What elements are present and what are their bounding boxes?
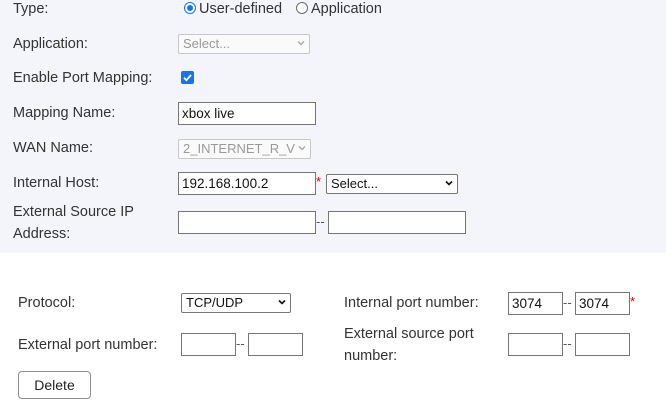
wan-name-label: WAN Name: <box>13 140 94 156</box>
protocol-select[interactable]: TCP/UDP <box>181 293 291 313</box>
enable-port-mapping-label: Enable Port Mapping: <box>13 70 153 86</box>
internal-port-start-input[interactable]: 3074 <box>508 292 563 315</box>
protocol-label: Protocol: <box>18 295 76 311</box>
external-source-ip-end-input[interactable] <box>328 211 466 234</box>
internal-port-required-mark: * <box>630 294 636 309</box>
mapping-name-label: Mapping Name: <box>13 105 116 121</box>
internal-host-select[interactable]: Select... <box>326 174 458 194</box>
wan-name-select[interactable]: 2_INTERNET_R_V <box>178 139 311 159</box>
type-user-defined-label[interactable]: User-defined <box>199 0 282 18</box>
external-source-port-separator: -- <box>563 336 572 351</box>
protocol-select-value: TCP/UDP <box>186 295 244 310</box>
delete-button[interactable]: Delete <box>18 371 91 399</box>
external-port-label: External port number: <box>18 337 158 353</box>
type-application-radio[interactable] <box>296 2 308 14</box>
application-label: Application: <box>13 36 88 52</box>
application-select-value: Select... <box>183 36 230 51</box>
enable-port-mapping-checkbox[interactable] <box>181 71 194 84</box>
checkmark-icon <box>183 74 192 82</box>
external-source-ip-start-input[interactable] <box>178 211 316 234</box>
type-application-label[interactable]: Application <box>311 0 382 18</box>
external-source-ip-label-line1: External Source IP <box>13 204 134 220</box>
external-port-start-input[interactable] <box>181 333 236 356</box>
internal-port-end-input[interactable]: 3074 <box>575 292 630 315</box>
external-source-port-start-input[interactable] <box>508 333 563 356</box>
application-select[interactable]: Select... <box>178 34 310 54</box>
internal-host-select-value: Select... <box>331 176 378 191</box>
chevron-down-icon <box>297 41 305 46</box>
internal-port-label: Internal port number: <box>344 295 479 311</box>
external-port-end-input[interactable] <box>248 333 303 356</box>
internal-port-separator: -- <box>563 295 572 310</box>
type-label: Type: <box>13 1 49 17</box>
chevron-down-icon <box>298 146 306 151</box>
external-source-ip-label-line2: Address: <box>13 226 71 242</box>
external-port-separator: -- <box>236 336 245 351</box>
external-source-port-label-line2: number: <box>344 348 398 364</box>
type-user-defined-radio[interactable] <box>184 2 196 14</box>
mapping-name-input[interactable]: xbox live <box>178 102 316 125</box>
external-source-ip-separator: -- <box>316 214 325 229</box>
chevron-down-icon <box>278 299 286 305</box>
internal-host-label: Internal Host: <box>13 175 100 191</box>
wan-name-select-value: 2_INTERNET_R_V <box>183 141 295 156</box>
external-source-port-label-line1: External source port <box>344 326 474 342</box>
external-source-port-end-input[interactable] <box>575 333 630 356</box>
chevron-down-icon <box>445 180 453 186</box>
internal-host-required-mark: * <box>316 174 322 189</box>
internal-host-input[interactable]: 192.168.100.2 <box>178 172 316 195</box>
